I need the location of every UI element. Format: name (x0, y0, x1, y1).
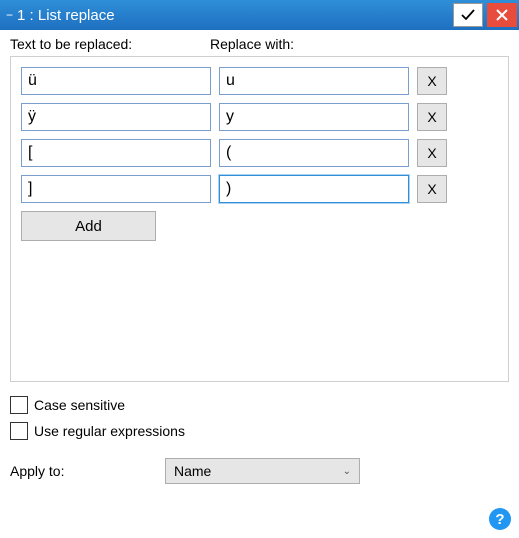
replace-input[interactable] (219, 175, 409, 203)
titlebar: − 1 : List replace (0, 0, 519, 30)
apply-to-label: Apply to: (10, 463, 165, 479)
help-button[interactable]: ? (489, 508, 511, 530)
case-sensitive-label: Case sensitive (34, 397, 125, 413)
replace-input[interactable] (219, 67, 409, 95)
delete-row-button[interactable]: X (417, 103, 447, 131)
header-replace: Replace with: (210, 36, 294, 52)
close-icon (495, 8, 509, 22)
window-title: 1 : List replace (17, 7, 451, 24)
apply-button[interactable] (453, 3, 483, 27)
replace-row: X (21, 67, 498, 95)
column-headers: Text to be replaced: Replace with: (10, 36, 509, 52)
header-find: Text to be replaced: (10, 36, 210, 52)
apply-to-select[interactable]: Name ⌄ (165, 458, 360, 484)
find-input[interactable] (21, 139, 211, 167)
regex-checkbox[interactable] (10, 422, 28, 440)
delete-row-button[interactable]: X (417, 67, 447, 95)
replace-row: X (21, 139, 498, 167)
apply-to-value: Name (174, 463, 211, 479)
help-icon: ? (495, 511, 504, 528)
find-input[interactable] (21, 175, 211, 203)
minimize-dash[interactable]: − (6, 8, 13, 22)
apply-to-row: Apply to: Name ⌄ (10, 458, 509, 484)
replace-list-box: X X X X Add (10, 56, 509, 382)
case-sensitive-checkbox[interactable] (10, 396, 28, 414)
replace-input[interactable] (219, 139, 409, 167)
find-input[interactable] (21, 103, 211, 131)
delete-row-button[interactable]: X (417, 175, 447, 203)
content-area: Text to be replaced: Replace with: X X X… (0, 30, 519, 494)
case-sensitive-row: Case sensitive (10, 396, 509, 414)
regex-row: Use regular expressions (10, 422, 509, 440)
find-input[interactable] (21, 67, 211, 95)
replace-input[interactable] (219, 103, 409, 131)
add-button[interactable]: Add (21, 211, 156, 241)
delete-row-button[interactable]: X (417, 139, 447, 167)
replace-row: X (21, 103, 498, 131)
close-button[interactable] (487, 3, 517, 27)
replace-row: X (21, 175, 498, 203)
chevron-down-icon: ⌄ (343, 466, 351, 477)
options-area: Case sensitive Use regular expressions A… (10, 396, 509, 484)
check-icon (460, 7, 476, 23)
regex-label: Use regular expressions (34, 423, 185, 439)
